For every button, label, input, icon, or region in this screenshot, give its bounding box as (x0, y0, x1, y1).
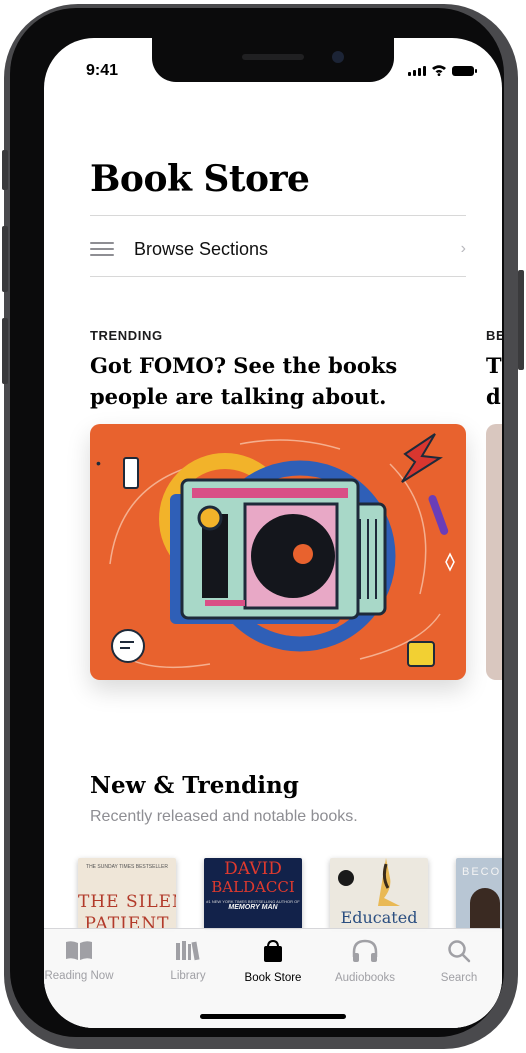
featured-headline-line2: people are talking about. (90, 384, 387, 409)
tab-audiobooks[interactable]: Audiobooks (320, 939, 410, 984)
book-title-line1: THE SILENT (78, 892, 176, 912)
tab-bar: Reading Now Library Book Store Audiobook… (44, 928, 502, 1028)
book-author-line1: DAVID (224, 859, 282, 879)
notch (152, 38, 394, 82)
signal-icon (408, 66, 426, 76)
book-cover-baldacci[interactable]: DAVID BALDACCI #1 NEW YORK TIMES BESTSEL… (204, 858, 302, 930)
featured-headline-next[interactable]: T d (486, 350, 502, 412)
home-indicator[interactable] (200, 1014, 346, 1019)
shopping-bag-icon (264, 939, 282, 962)
status-icons (408, 64, 477, 76)
status-time: 9:41 (86, 62, 119, 79)
tab-label: Audiobooks (334, 972, 396, 984)
mute-switch (2, 150, 8, 190)
device-bezel: 9:41 Book Store Browse Sections › TRENDI… (10, 8, 504, 1037)
battery-icon (452, 66, 477, 76)
page-title: Book Store (90, 158, 310, 200)
featured-headline-next-line1: T (486, 353, 502, 378)
book-cover-top-text: THE SUNDAY TIMES BESTSELLER (86, 864, 168, 870)
wifi-icon (432, 65, 446, 76)
featured-banner[interactable]: • (90, 424, 466, 680)
book-title: Educated (340, 908, 418, 927)
speaker (242, 54, 304, 60)
tab-book-store[interactable]: Book Store (228, 939, 318, 984)
browse-sections-label: Browse Sections (134, 238, 269, 259)
section-title[interactable]: New & Trending (90, 772, 299, 799)
tab-reading-now[interactable]: Reading Now (44, 939, 124, 982)
book-cover-educated[interactable]: Educated (330, 858, 428, 930)
book-cover-becoming[interactable]: BECO (456, 858, 502, 930)
banner-artwork: • (96, 433, 455, 669)
search-icon (448, 940, 471, 963)
chevron-right-icon: › (460, 240, 466, 257)
library-icon (176, 941, 200, 961)
volume-up-button (2, 226, 8, 292)
featured-headline-next-line2: d (486, 384, 501, 409)
screen: 9:41 Book Store Browse Sections › TRENDI… (44, 38, 502, 1028)
tab-label: Library (170, 970, 206, 982)
book-cover-portrait (470, 888, 500, 928)
svg-text:•: • (96, 455, 101, 471)
book-cover-silent-patient[interactable]: THE SUNDAY TIMES BESTSELLER THE SILENT P… (78, 858, 176, 930)
volume-down-button (2, 318, 8, 384)
featured-headline-line1: Got FOMO? See the books (90, 353, 398, 378)
tab-label: Reading Now (44, 970, 114, 982)
book-series: MEMORY MAN (228, 904, 278, 911)
book-open-icon (66, 941, 92, 960)
tab-library[interactable]: Library (143, 939, 233, 982)
section-subtitle: Recently released and notable books. (90, 808, 358, 825)
tab-label: Book Store (244, 972, 302, 984)
headphones-icon (352, 939, 378, 962)
book-author-line2: BALDACCI (211, 878, 295, 896)
tab-search[interactable]: Search (414, 939, 502, 984)
power-button (518, 270, 524, 370)
featured-headline[interactable]: Got FOMO? See the books people are talki… (90, 350, 397, 412)
browse-sections-button[interactable]: Browse Sections › (90, 234, 466, 264)
next-featured-banner[interactable] (486, 424, 502, 680)
tab-label: Search (440, 972, 478, 984)
book-title: BECO (462, 866, 502, 878)
browse-divider (90, 276, 466, 277)
front-camera (332, 51, 344, 63)
featured-kicker-next: BE (486, 328, 502, 343)
featured-kicker: TRENDING (90, 328, 163, 343)
title-divider (90, 215, 466, 216)
list-icon (90, 238, 114, 260)
